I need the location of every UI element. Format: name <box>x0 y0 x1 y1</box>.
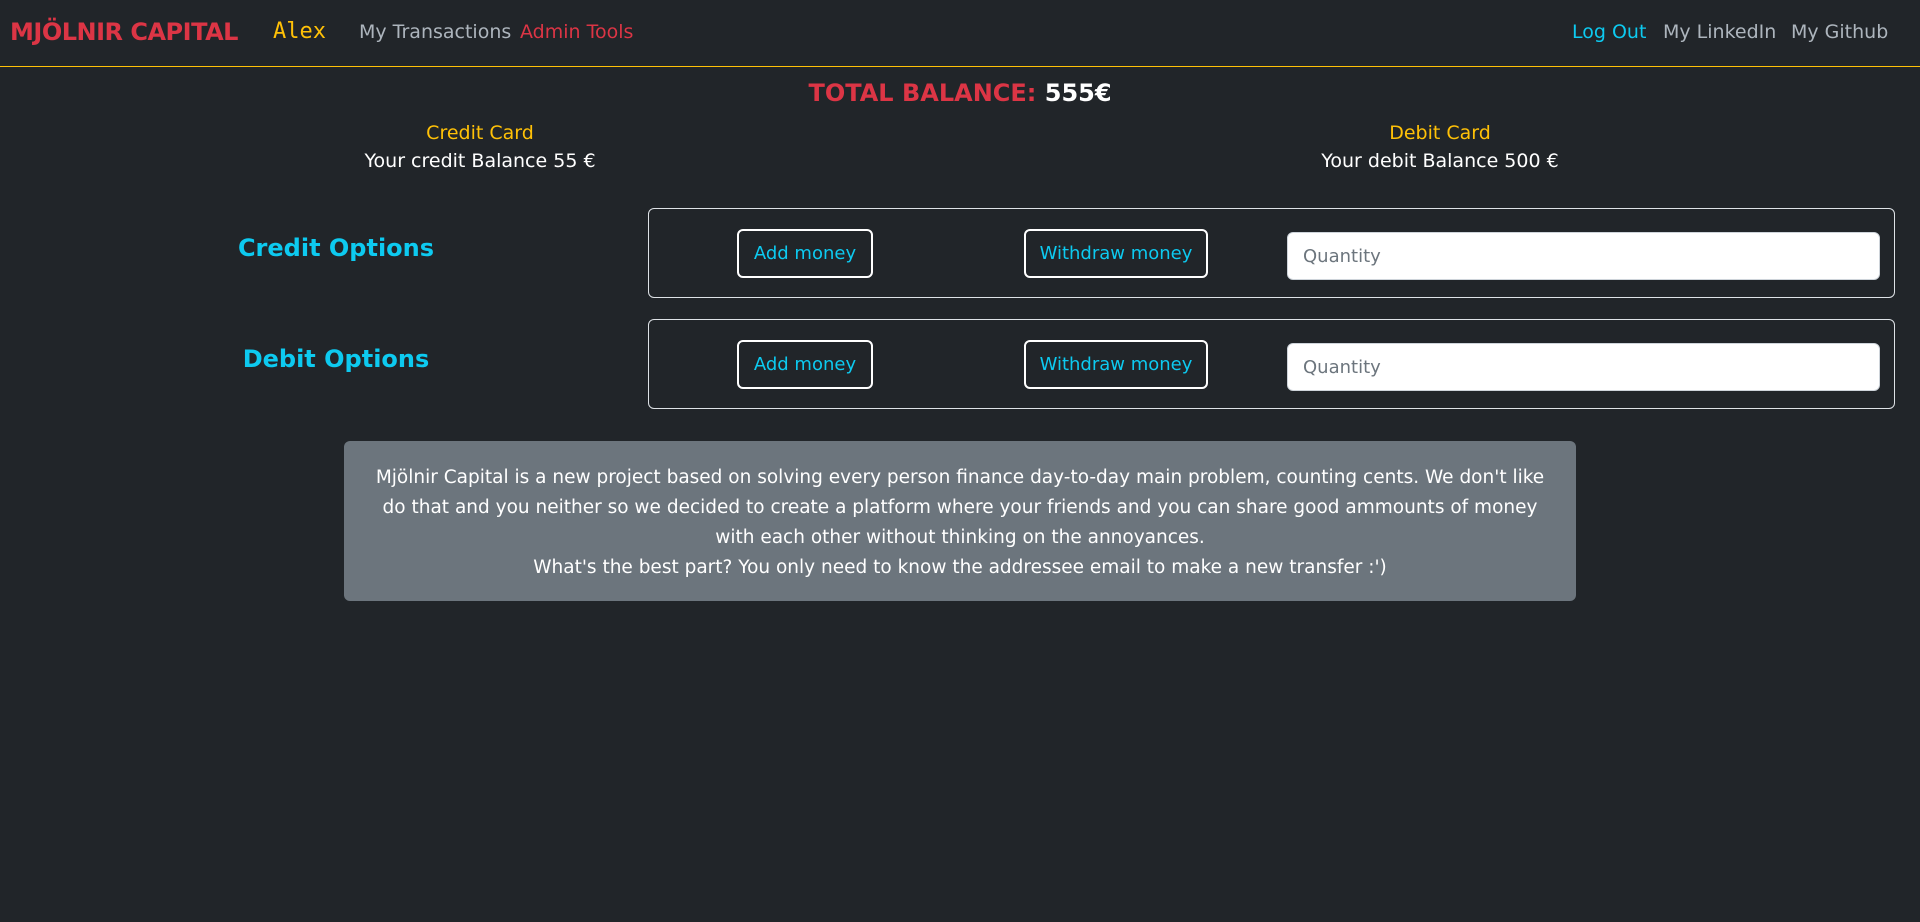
total-balance-label: TOTAL BALANCE: <box>808 79 1037 107</box>
credit-card-balance: Your credit Balance 55 € <box>364 150 596 172</box>
navbar: MJÖLNIR CAPITAL Alex My Transactions Adm… <box>0 0 1920 67</box>
about-highlight: What's the best part? You only need to k… <box>533 557 1387 578</box>
brand-logo[interactable]: MJÖLNIR CAPITAL <box>10 18 238 46</box>
username: Alex <box>273 19 326 44</box>
about-text: Mjölnir Capital is a new project based o… <box>375 467 1545 548</box>
credit-options-panel: Add money Withdraw money <box>648 208 1895 298</box>
credit-card-summary: Credit Card Your credit Balance 55 € <box>330 120 630 176</box>
credit-quantity-input[interactable] <box>1287 232 1880 280</box>
total-balance-value: 555€ <box>1044 79 1112 107</box>
debit-card-summary: Debit Card Your debit Balance 500 € <box>1290 120 1590 176</box>
nav-link-my-linkedin[interactable]: My LinkedIn <box>1663 21 1776 43</box>
debit-card-title: Debit Card <box>1389 122 1491 144</box>
about-panel: Mjölnir Capital is a new project based o… <box>344 441 1576 601</box>
credit-withdraw-money-button[interactable]: Withdraw money <box>1024 229 1208 278</box>
debit-options-heading: Debit Options <box>242 345 430 373</box>
credit-options-heading: Credit Options <box>237 234 435 262</box>
debit-withdraw-money-button[interactable]: Withdraw money <box>1024 340 1208 389</box>
credit-add-money-button[interactable]: Add money <box>737 229 873 278</box>
nav-link-admin-tools[interactable]: Admin Tools <box>520 21 633 43</box>
debit-quantity-input[interactable] <box>1287 343 1880 391</box>
nav-link-log-out[interactable]: Log Out <box>1572 21 1646 43</box>
nav-link-my-transactions[interactable]: My Transactions <box>359 21 511 43</box>
debit-options-panel: Add money Withdraw money <box>648 319 1895 409</box>
nav-link-my-github[interactable]: My Github <box>1791 21 1888 43</box>
credit-card-title: Credit Card <box>426 122 534 144</box>
debit-add-money-button[interactable]: Add money <box>737 340 873 389</box>
debit-card-balance: Your debit Balance 500 € <box>1321 150 1559 172</box>
total-balance: TOTAL BALANCE: 555€ <box>0 79 1920 107</box>
